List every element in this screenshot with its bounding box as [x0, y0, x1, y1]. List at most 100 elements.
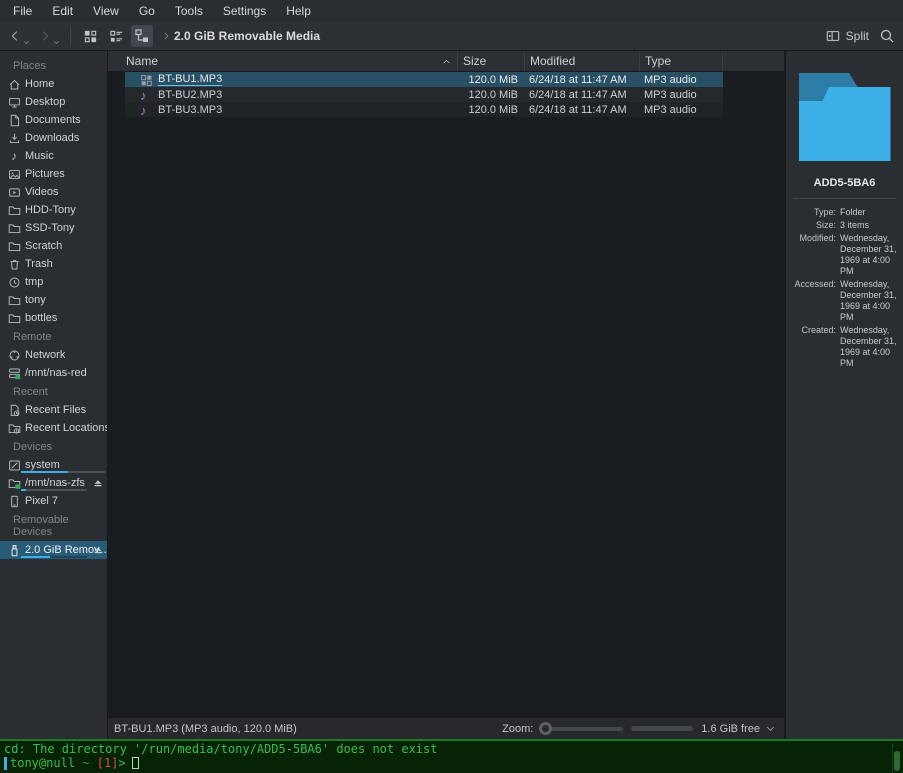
sidebar-item-label: Downloads [25, 132, 79, 144]
free-space-label[interactable]: 1.6 GiB free [701, 723, 760, 735]
recent-files-icon [7, 403, 21, 417]
menu-go[interactable]: Go [136, 2, 158, 20]
column-header-name[interactable]: Name [108, 51, 458, 71]
folder-icon [7, 311, 21, 325]
terminal-scrollbar[interactable] [892, 743, 901, 773]
terminal-panel[interactable]: cd: The directory '/run/media/tony/ADD5-… [0, 739, 903, 773]
selection-info: BT-BU1.MP3 (MP3 audio, 120.0 MiB) [114, 723, 297, 735]
picture-icon [7, 167, 21, 181]
sidebar-item-home[interactable]: Home [0, 75, 107, 93]
sidebar-item-ssd-tony[interactable]: SSD-Tony [0, 219, 107, 237]
prompt-exit-status: [1] [97, 756, 119, 770]
sidebar-item-recent-locations[interactable]: Recent Locations [0, 419, 107, 437]
zoom-slider[interactable] [539, 727, 623, 731]
icons-view-icon [83, 29, 98, 44]
details-view-icon [109, 29, 124, 44]
download-icon [7, 131, 21, 145]
eject-button[interactable] [92, 477, 104, 489]
zoom-label: Zoom: [502, 723, 533, 735]
sidebar-item-pixel-7[interactable]: Pixel 7 [0, 492, 107, 510]
menu-tools[interactable]: Tools [172, 2, 206, 20]
column-header-size[interactable]: Size [458, 51, 525, 71]
music-note-icon: ♪ [140, 104, 153, 117]
icons-view-button[interactable] [79, 25, 101, 47]
sidebar-item-nas-red[interactable]: /mnt/nas-red [0, 364, 107, 382]
trash-icon [7, 257, 21, 271]
forward-dropdown-caret-icon [53, 40, 60, 45]
tree-view-button[interactable] [131, 25, 153, 47]
sidebar-item-hdd-tony[interactable]: HDD-Tony [0, 201, 107, 219]
prompt-user-host: tony@null [10, 756, 75, 770]
sidebar-item-trash[interactable]: Trash [0, 255, 107, 273]
column-label: Modified [530, 54, 575, 68]
sidebar-item-label: bottles [25, 312, 57, 324]
sidebar-item-scratch[interactable]: Scratch [0, 237, 107, 255]
file-name-cell: BT-BU1.MP3 [125, 73, 458, 86]
breadcrumb-separator-icon [161, 31, 171, 41]
places-panel: Places Home Desktop Documents Downloads … [0, 51, 108, 739]
sidebar-item-desktop[interactable]: Desktop [0, 93, 107, 111]
sidebar-item-videos[interactable]: Videos [0, 183, 107, 201]
sidebar-item-recent-files[interactable]: Recent Files [0, 401, 107, 419]
breadcrumb[interactable]: 2.0 GiB Removable Media [174, 29, 320, 43]
clock-icon [7, 275, 21, 289]
property-value: Wednesday, December 31, 1969 at 4:00 PM [840, 279, 897, 323]
column-header-filler [723, 51, 784, 71]
sidebar-item-label: Documents [25, 114, 81, 126]
property-label: Modified: [790, 233, 836, 277]
back-button[interactable] [6, 27, 32, 45]
property-value: 3 items [840, 220, 897, 231]
split-button[interactable]: Split [825, 29, 869, 43]
chevron-down-icon[interactable] [765, 725, 776, 733]
menu-file[interactable]: File [10, 2, 35, 20]
details-view-button[interactable] [105, 25, 127, 47]
file-name-cell: ♪ BT-BU2.MP3 [125, 89, 458, 101]
back-dropdown-caret-icon [23, 40, 30, 45]
sidebar-item-removable-media[interactable]: 2.0 GiB Remov… [0, 541, 107, 559]
column-header-modified[interactable]: Modified [525, 51, 640, 71]
menu-settings[interactable]: Settings [220, 2, 269, 20]
sidebar-item-nas-zfs[interactable]: /mnt/nas-zfs [0, 474, 107, 492]
music-note-icon: ♪ [140, 89, 153, 102]
zoom-slider-handle[interactable] [539, 722, 552, 735]
file-row[interactable]: ♪ BT-BU3.MP3 120.0 MiB 6/24/18 at 11:47 … [125, 102, 723, 117]
sidebar-item-label: SSD-Tony [25, 222, 75, 234]
file-name-cell: ♪ BT-BU3.MP3 [125, 104, 458, 116]
column-header-type[interactable]: Type [640, 51, 723, 71]
sidebar-item-label: Recent Locations [25, 422, 107, 434]
prompt-path: ~ [75, 756, 97, 770]
recent-locations-icon [7, 421, 21, 435]
search-icon[interactable] [879, 28, 895, 44]
sidebar-item-pictures[interactable]: Pictures [0, 165, 107, 183]
property-value: Wednesday, December 31, 1969 at 4:00 PM [840, 233, 897, 277]
sidebar-item-label: Music [25, 150, 54, 162]
forward-button[interactable] [36, 27, 62, 45]
sidebar-item-system[interactable]: system [0, 456, 107, 474]
sidebar-item-music[interactable]: ♪ Music [0, 147, 107, 165]
sidebar-item-documents[interactable]: Documents [0, 111, 107, 129]
toolbar: 2.0 GiB Removable Media Split [0, 22, 903, 51]
menu-edit[interactable]: Edit [49, 2, 76, 20]
sidebar-item-label: Desktop [25, 96, 65, 108]
smartphone-icon [7, 494, 21, 508]
tree-view-icon [134, 28, 150, 44]
folder-icon [7, 293, 21, 307]
menu-help[interactable]: Help [283, 2, 314, 20]
file-row[interactable]: BT-BU1.MP3 120.0 MiB 6/24/18 at 11:47 AM… [125, 72, 723, 87]
terminal-scrollbar-thumb[interactable] [894, 751, 900, 771]
hard-drive-icon [7, 458, 21, 472]
menu-view[interactable]: View [90, 2, 122, 20]
sidebar-item-label: Recent Files [25, 404, 86, 416]
sidebar-item-bottles[interactable]: bottles [0, 309, 107, 327]
folder-icon [7, 239, 21, 253]
folder-green-icon [7, 476, 21, 490]
sidebar-item-label: Pictures [25, 168, 65, 180]
sidebar-item-downloads[interactable]: Downloads [0, 129, 107, 147]
sidebar-item-network[interactable]: Network [0, 346, 107, 364]
file-view: Name Size Modified Type BT-BU1.MP3 120.0… [108, 51, 784, 739]
file-row[interactable]: ♪ BT-BU2.MP3 120.0 MiB 6/24/18 at 11:47 … [125, 87, 723, 102]
sidebar-item-label: Trash [25, 258, 53, 270]
sidebar-item-tony[interactable]: tony [0, 291, 107, 309]
sidebar-item-tmp[interactable]: tmp [0, 273, 107, 291]
eject-button[interactable] [92, 544, 104, 556]
